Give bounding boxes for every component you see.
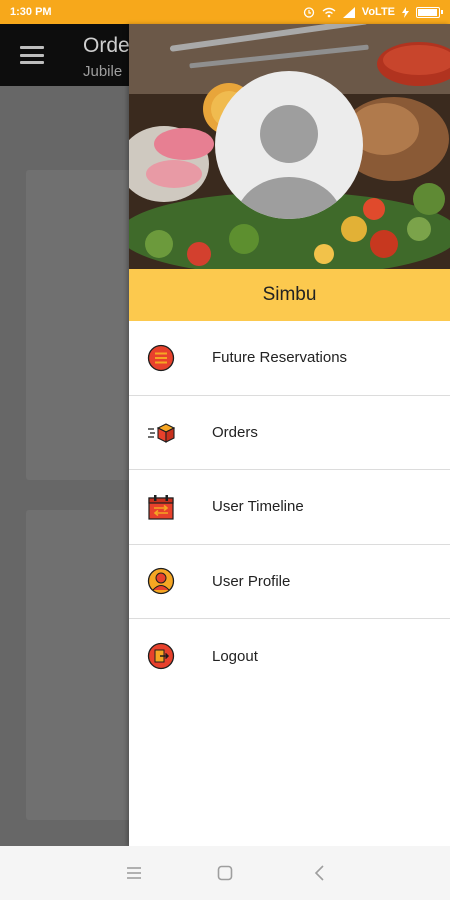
logout-icon [147, 643, 175, 670]
reservations-icon [147, 344, 175, 371]
username-banner: Simbu [129, 269, 450, 321]
navigation-drawer: Simbu Future Reservations Orders User Ti… [129, 24, 450, 846]
status-time: 1:30 PM [10, 6, 52, 18]
menu-label: Logout [212, 647, 258, 665]
menu-item-user-profile[interactable]: User Profile [129, 545, 450, 619]
menu-label: User Profile [212, 572, 291, 590]
status-bar: 1:30 PM VoLTE [0, 0, 450, 24]
status-icons: VoLTE [303, 6, 443, 18]
user-profile-icon [147, 568, 175, 595]
user-avatar[interactable] [215, 71, 363, 219]
home-icon[interactable] [215, 863, 235, 883]
menu-item-orders[interactable]: Orders [129, 396, 450, 470]
menu-item-logout[interactable]: Logout [129, 619, 450, 694]
drawer-header [129, 24, 450, 269]
menu-label: Orders [212, 423, 258, 441]
username-label: Simbu [262, 284, 317, 305]
app-subtitle: Jubile [83, 63, 123, 80]
hamburger-menu-icon[interactable] [20, 46, 44, 64]
timeline-calendar-icon [148, 494, 174, 520]
wifi-icon [322, 7, 336, 17]
menu-item-future-reservations[interactable]: Future Reservations [129, 321, 450, 396]
back-icon[interactable] [310, 863, 330, 883]
orders-box-icon [148, 423, 175, 444]
charging-icon [402, 6, 409, 18]
recent-apps-icon[interactable] [124, 863, 144, 883]
system-navigation-bar [0, 846, 450, 900]
menu-label: Future Reservations [212, 349, 348, 367]
signal-icon [342, 6, 355, 18]
battery-icon [416, 6, 443, 18]
alarm-icon [303, 7, 314, 18]
menu-item-user-timeline[interactable]: User Timeline [129, 470, 450, 545]
network-label: VoLTE [361, 6, 395, 18]
app-title: Orde [83, 34, 130, 57]
menu-label: User Timeline [212, 498, 304, 516]
